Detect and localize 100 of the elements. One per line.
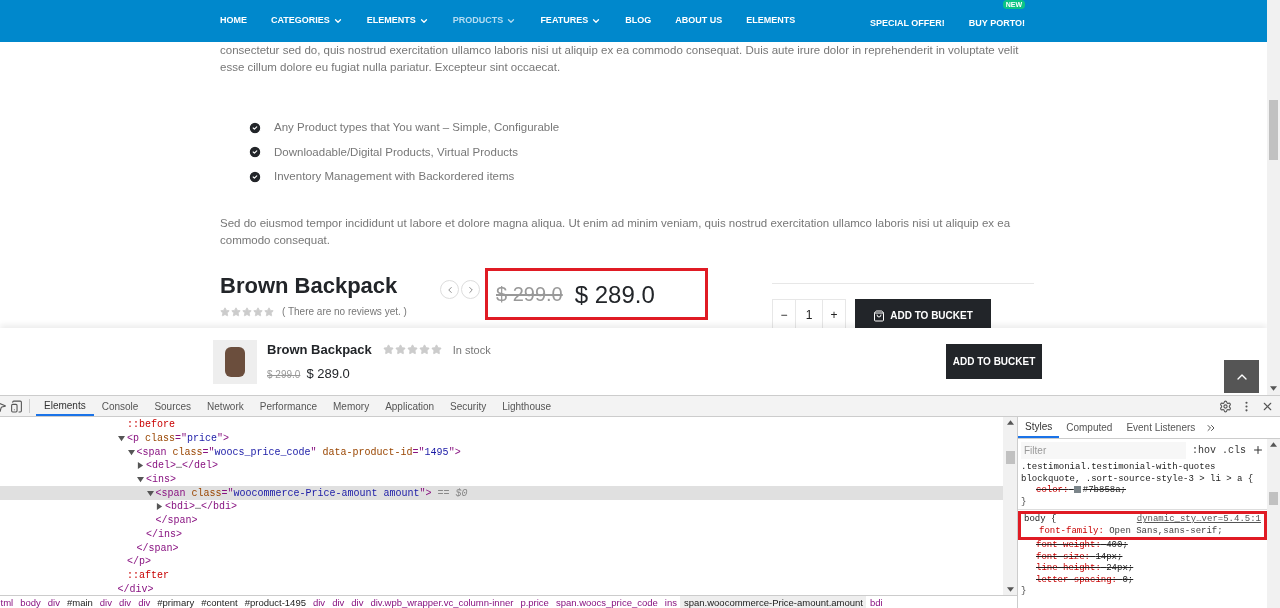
dom-scrollbar[interactable] [1003,417,1017,595]
css-declaration[interactable]: color: #7b858a; [1021,485,1264,497]
scrollbar-thumb[interactable] [1269,492,1278,505]
breadcrumb-item[interactable]: div [309,596,329,608]
hover-state-toggle[interactable]: :hov [1191,442,1216,458]
devtools-tab[interactable]: Security [442,396,495,416]
breadcrumb-item[interactable]: #main [63,596,97,608]
nav-link[interactable]: BUY PORTO! [968,18,1025,28]
styles-scrollbar[interactable] [1267,439,1280,608]
increase-button[interactable]: + [823,300,845,331]
devtools-tab[interactable]: Performance [251,396,325,416]
devtools-tab[interactable]: Sources [146,396,200,416]
css-selector: .testimonial.testimonial-with-quotes blockquote, .sort-source-style-3 > li > a { [1021,462,1255,485]
devtools-tab[interactable]: Network [199,396,252,416]
devtools-tab[interactable]: Lighthouse [494,396,560,416]
devtools-tab[interactable]: Console [93,396,147,416]
selected-dom-row[interactable]: <span class="woocommerce-Price-amount amount"> == $0 [0,486,1003,501]
nav-link[interactable]: SPECIAL OFFER! [869,18,945,28]
dom-line[interactable]: <p class="price"> [127,431,230,447]
dom-line[interactable]: <del>…</del> [146,458,219,474]
class-toggle[interactable]: .cls [1222,442,1246,458]
page-scrollbar[interactable] [1267,0,1280,395]
star-icon [220,306,230,317]
scroll-up-arrow-icon[interactable] [1006,420,1014,425]
devtools-tab[interactable]: Elements [36,396,94,416]
settings-icon[interactable] [1219,399,1232,413]
breadcrumb-item[interactable]: div [328,596,348,608]
breadcrumb-item[interactable]: div [347,596,367,608]
breadcrumb-item[interactable]: #product-1495 [241,596,310,608]
nav-link[interactable]: CATEGORIES [271,14,343,28]
styles-pane-tab[interactable]: Styles [1018,417,1060,438]
decrease-button[interactable]: − [773,300,795,331]
dom-line[interactable]: <bdi>…</bdi> [165,499,238,515]
back-to-top-button[interactable] [1224,360,1259,393]
breadcrumb-item[interactable]: div [115,596,135,608]
breadcrumb-item[interactable]: tml [0,596,17,608]
expanded-arrow-icon[interactable] [118,435,127,443]
current-price: $ 289.0 [306,364,350,383]
css-declaration[interactable]: line-height: 24px; [1021,563,1264,575]
breadcrumb-item[interactable]: #content [197,596,242,608]
chevron-down-icon [506,16,517,26]
collapsed-arrow-icon[interactable] [137,462,146,470]
css-declaration[interactable]: letter-spacing: 0; [1021,574,1264,586]
breadcrumb-item[interactable]: body [16,596,45,608]
breadcrumb-item[interactable]: ins [661,596,681,608]
breadcrumb-item[interactable]: span.woocs_price_code [552,596,662,608]
dom-line[interactable]: </div> [117,581,154,595]
chevron-down-icon [591,16,602,26]
nav-link[interactable]: FEATURES [540,14,602,28]
css-declaration[interactable]: font-family: Open Sans,sans-serif; [1024,525,1261,537]
devtools-tab[interactable]: Application [377,396,443,416]
nav-link[interactable]: ABOUT US [675,14,723,28]
collapsed-arrow-icon[interactable] [156,503,165,511]
css-declaration[interactable]: font-size: 14px; [1021,551,1264,563]
star-icon [231,306,241,317]
styles-pane-tab[interactable]: Computed [1059,417,1120,438]
nav-link[interactable]: ELEMENTS [746,14,796,28]
nav-link[interactable]: HOME [220,14,247,28]
breadcrumb-item[interactable]: bdi [866,596,887,608]
dom-line[interactable]: <ins> [146,472,176,488]
scrollbar-thumb[interactable] [1005,451,1015,464]
scroll-down-arrow-icon[interactable] [1270,386,1277,391]
dom-line[interactable]: <span class="woocommerce-Price-amount amount"> == $0 [155,485,468,501]
nav-link[interactable]: BLOG [625,14,652,28]
dom-line[interactable]: </p> [127,554,151,570]
scroll-down-arrow-icon[interactable] [1006,587,1014,592]
star-icon [418,344,430,356]
dom-line[interactable]: </ins> [146,526,182,542]
css-declaration[interactable]: font-weight: 400; [1021,540,1264,552]
breadcrumb-item[interactable]: #primary [153,596,198,608]
expanded-arrow-icon[interactable] [137,476,146,484]
dom-line[interactable]: ::after [127,567,169,583]
breadcrumb-item[interactable]: div [96,596,116,608]
breadcrumb-item[interactable]: p.price [516,596,553,608]
add-rule-icon[interactable] [1252,444,1264,456]
stylesheet-link[interactable]: dynamic_sty…ver=5.4.5:1 [1136,514,1261,526]
breadcrumb-item[interactable]: div [134,596,154,608]
device-toolbar-icon[interactable] [10,399,23,413]
scroll-up-arrow-icon[interactable] [1270,442,1277,447]
dom-line[interactable]: </span> [155,513,198,529]
nav-link[interactable]: ELEMENTS [366,14,429,28]
breadcrumb-item[interactable]: div.wpb_wrapper.vc_column-inner [366,596,517,608]
add-to-bucket-button[interactable]: ADD TO BUCKET [946,344,1042,379]
closing-brace: } [1021,496,1028,508]
dom-line[interactable]: <span class="woocs_price_code" data-product-id="1495"> [136,444,461,460]
bag-icon [873,309,886,322]
breadcrumb-item[interactable]: div [44,596,64,608]
styles-pane-tab[interactable]: Event Listeners [1119,417,1203,438]
dom-line[interactable]: ::before [127,417,175,433]
filter-field[interactable]: Filter [1021,441,1186,459]
check-circle-icon [248,169,262,184]
expanded-arrow-icon[interactable] [146,489,156,497]
breadcrumb-item[interactable]: span.woocommerce-Price-amount.amount [680,596,867,608]
dom-line[interactable]: </span> [136,540,179,556]
sticky-product-title: Brown Backpack [267,341,372,359]
devtools-tab[interactable]: Memory [325,396,378,416]
scrollbar-thumb[interactable] [1269,100,1278,160]
description-paragraph: Sed do eiusmod tempor incididunt ut labore et dolore magna aliqua. Ut enim ad minim veniam, quis nostrud exercitation ullamco laboris nisi ut aliquip ex ea commodo consequat. [220,216,1012,248]
expanded-arrow-icon[interactable] [127,448,137,456]
reviews-note: ( There are no reviews yet. ) [282,305,407,319]
